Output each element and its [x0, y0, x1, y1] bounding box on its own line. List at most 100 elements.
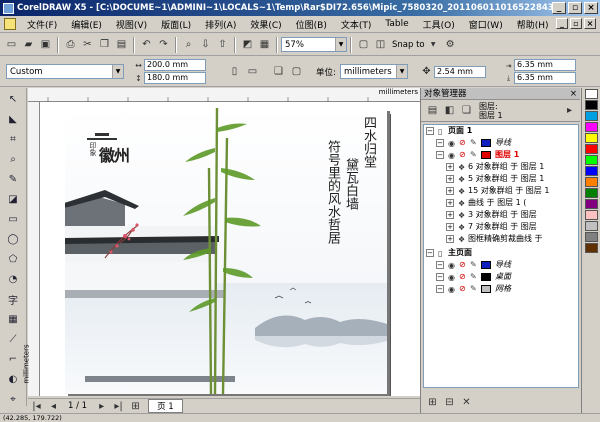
expand-toggle-icon[interactable]: −: [436, 273, 444, 281]
palette-swatch[interactable]: [585, 111, 598, 121]
flyout-menu-icon[interactable]: ▸: [562, 103, 577, 118]
palette-swatch[interactable]: [585, 243, 598, 253]
close-button[interactable]: ×: [584, 2, 598, 14]
object-tree[interactable]: − ▯ 页面 1− ◉ ⊘ ✎ 导线 − ◉ ⊘ ✎ 图层 1 + ❖ 6 对象群组 于 图层 1 + ❖ 5 对…: [423, 124, 579, 388]
palette-swatch[interactable]: [585, 155, 598, 165]
paste-icon[interactable]: ▤: [114, 37, 129, 52]
menu-arrange[interactable]: 排列(A): [198, 18, 243, 31]
page-tab[interactable]: 页 1: [148, 399, 183, 413]
tree-layer-row[interactable]: − ◉ ⊘ ✎ 网格: [424, 283, 578, 295]
snap-to-dropdown[interactable]: Snap to: [392, 40, 425, 50]
editable-pencil-icon[interactable]: ✎: [470, 283, 477, 295]
first-page-icon[interactable]: |◂: [29, 399, 44, 414]
smart-fill-icon[interactable]: ◪: [3, 190, 23, 208]
layer-color-swatch[interactable]: [481, 261, 491, 269]
freehand-tool-icon[interactable]: ✎: [3, 170, 23, 188]
chevron-down-icon[interactable]: ▼: [335, 38, 346, 51]
copy-icon[interactable]: ❐: [97, 37, 112, 52]
chevron-down-icon[interactable]: ▼: [426, 37, 441, 52]
editable-pencil-icon[interactable]: ✎: [470, 137, 477, 149]
menu-layout[interactable]: 版面(L): [154, 18, 198, 31]
delete-icon[interactable]: ✕: [459, 395, 474, 410]
undo-icon[interactable]: ↶: [139, 37, 154, 52]
edit-across-layers-icon[interactable]: ◧: [442, 103, 457, 118]
redo-icon[interactable]: ↷: [156, 37, 171, 52]
add-page-icon[interactable]: ⊞: [128, 399, 143, 414]
palette-swatch[interactable]: [585, 166, 598, 176]
printable-icon[interactable]: ⊘: [459, 259, 466, 271]
all-pages-icon[interactable]: ❏: [271, 64, 286, 79]
welcome-screen-icon[interactable]: ▦: [257, 37, 272, 52]
pick-tool-icon[interactable]: ↖: [3, 90, 23, 108]
tree-page-row[interactable]: − ▯ 主页面: [424, 247, 578, 259]
tree-object-row[interactable]: + ❖ 3 对象群组 于 图层: [424, 209, 578, 221]
last-page-icon[interactable]: ▸|: [111, 399, 126, 414]
basic-shapes-icon[interactable]: ◔: [3, 270, 23, 288]
expand-toggle-icon[interactable]: +: [446, 235, 454, 243]
printable-icon[interactable]: ⊘: [459, 137, 466, 149]
page-width-field[interactable]: 200.0 mm: [144, 59, 206, 71]
menu-edit[interactable]: 编辑(E): [64, 18, 109, 31]
doc-minimize-button[interactable]: _: [556, 18, 568, 29]
tree-object-row[interactable]: + ❖ 曲线 于 图层 1 (: [424, 197, 578, 209]
table-tool-icon[interactable]: ▦: [3, 310, 23, 328]
application-launcher-icon[interactable]: ◩: [240, 37, 255, 52]
current-page-icon[interactable]: ▢: [289, 64, 304, 79]
palette-swatch[interactable]: [585, 221, 598, 231]
dimension-tool-icon[interactable]: ⟋: [3, 330, 23, 348]
palette-swatch[interactable]: [585, 122, 598, 132]
palette-swatch[interactable]: [585, 232, 598, 242]
tree-page-row[interactable]: − ▯ 页面 1: [424, 125, 578, 137]
import-icon[interactable]: ⇩: [198, 37, 213, 52]
doc-close-button[interactable]: ×: [584, 18, 596, 29]
editable-pencil-icon[interactable]: ✎: [470, 271, 477, 283]
expand-toggle-icon[interactable]: −: [426, 127, 434, 135]
save-icon[interactable]: ▣: [38, 37, 53, 52]
palette-swatch[interactable]: [585, 177, 598, 187]
tree-object-row[interactable]: + ❖ 图框精确剪裁曲线 于: [424, 233, 578, 245]
expand-toggle-icon[interactable]: −: [436, 285, 444, 293]
expand-toggle-icon[interactable]: +: [446, 199, 454, 207]
palette-swatch[interactable]: [585, 199, 598, 209]
layer-manager-view-icon[interactable]: ❏: [459, 103, 474, 118]
open-folder-icon[interactable]: ▰: [21, 37, 36, 52]
visibility-eye-icon[interactable]: ◉: [448, 284, 455, 296]
doc-restore-button[interactable]: ▫: [570, 18, 582, 29]
layer-color-swatch[interactable]: [481, 273, 491, 281]
vertical-ruler[interactable]: millimeters: [23, 102, 40, 396]
connector-tool-icon[interactable]: ⌐: [3, 350, 23, 368]
expand-toggle-icon[interactable]: −: [436, 139, 444, 147]
tree-layer-row[interactable]: − ◉ ⊘ ✎ 桌面: [424, 271, 578, 283]
tree-layer-row[interactable]: − ◉ ⊘ ✎ 图层 1: [424, 149, 578, 161]
menu-view[interactable]: 视图(V): [109, 18, 154, 31]
printable-icon[interactable]: ⊘: [459, 271, 466, 283]
menu-window[interactable]: 窗口(W): [462, 18, 510, 31]
expand-toggle-icon[interactable]: +: [446, 211, 454, 219]
tree-object-row[interactable]: + ❖ 6 对象群组 于 图层 1: [424, 161, 578, 173]
tree-layer-row[interactable]: − ◉ ⊘ ✎ 导线: [424, 259, 578, 271]
menu-text[interactable]: 文本(T): [334, 18, 379, 31]
horizontal-ruler[interactable]: millimeters: [28, 88, 420, 102]
search-content-icon[interactable]: ⌕: [181, 37, 196, 52]
palette-swatch[interactable]: [585, 89, 598, 99]
menu-tools[interactable]: 工具(O): [416, 18, 462, 31]
print-icon[interactable]: ⎙: [63, 37, 78, 52]
tree-object-row[interactable]: + ❖ 7 对象群组 于 图层: [424, 221, 578, 233]
options-icon[interactable]: ⚙: [443, 37, 458, 52]
zoom-tool-icon[interactable]: ⌕: [3, 150, 23, 168]
chevron-down-icon[interactable]: ▼: [396, 65, 407, 78]
expand-toggle-icon[interactable]: +: [446, 187, 454, 195]
full-screen-icon[interactable]: ▢: [356, 37, 371, 52]
previous-page-icon[interactable]: ◂: [46, 399, 61, 414]
export-icon[interactable]: ⇧: [215, 37, 230, 52]
poster-page[interactable]: 印象 徽州 四水归堂 黛瓦白墙 符号里的风水哲居: [65, 108, 387, 394]
expand-toggle-icon[interactable]: −: [436, 151, 444, 159]
page-height-field[interactable]: 180.0 mm: [144, 72, 206, 84]
expand-toggle-icon[interactable]: +: [446, 163, 454, 171]
editable-pencil-icon[interactable]: ✎: [470, 149, 477, 161]
snap-icon[interactable]: ◫: [373, 37, 388, 52]
zoom-level-combo[interactable]: 57% ▼: [281, 37, 347, 52]
next-page-icon[interactable]: ▸: [94, 399, 109, 414]
palette-swatch[interactable]: [585, 188, 598, 198]
palette-swatch[interactable]: [585, 144, 598, 154]
